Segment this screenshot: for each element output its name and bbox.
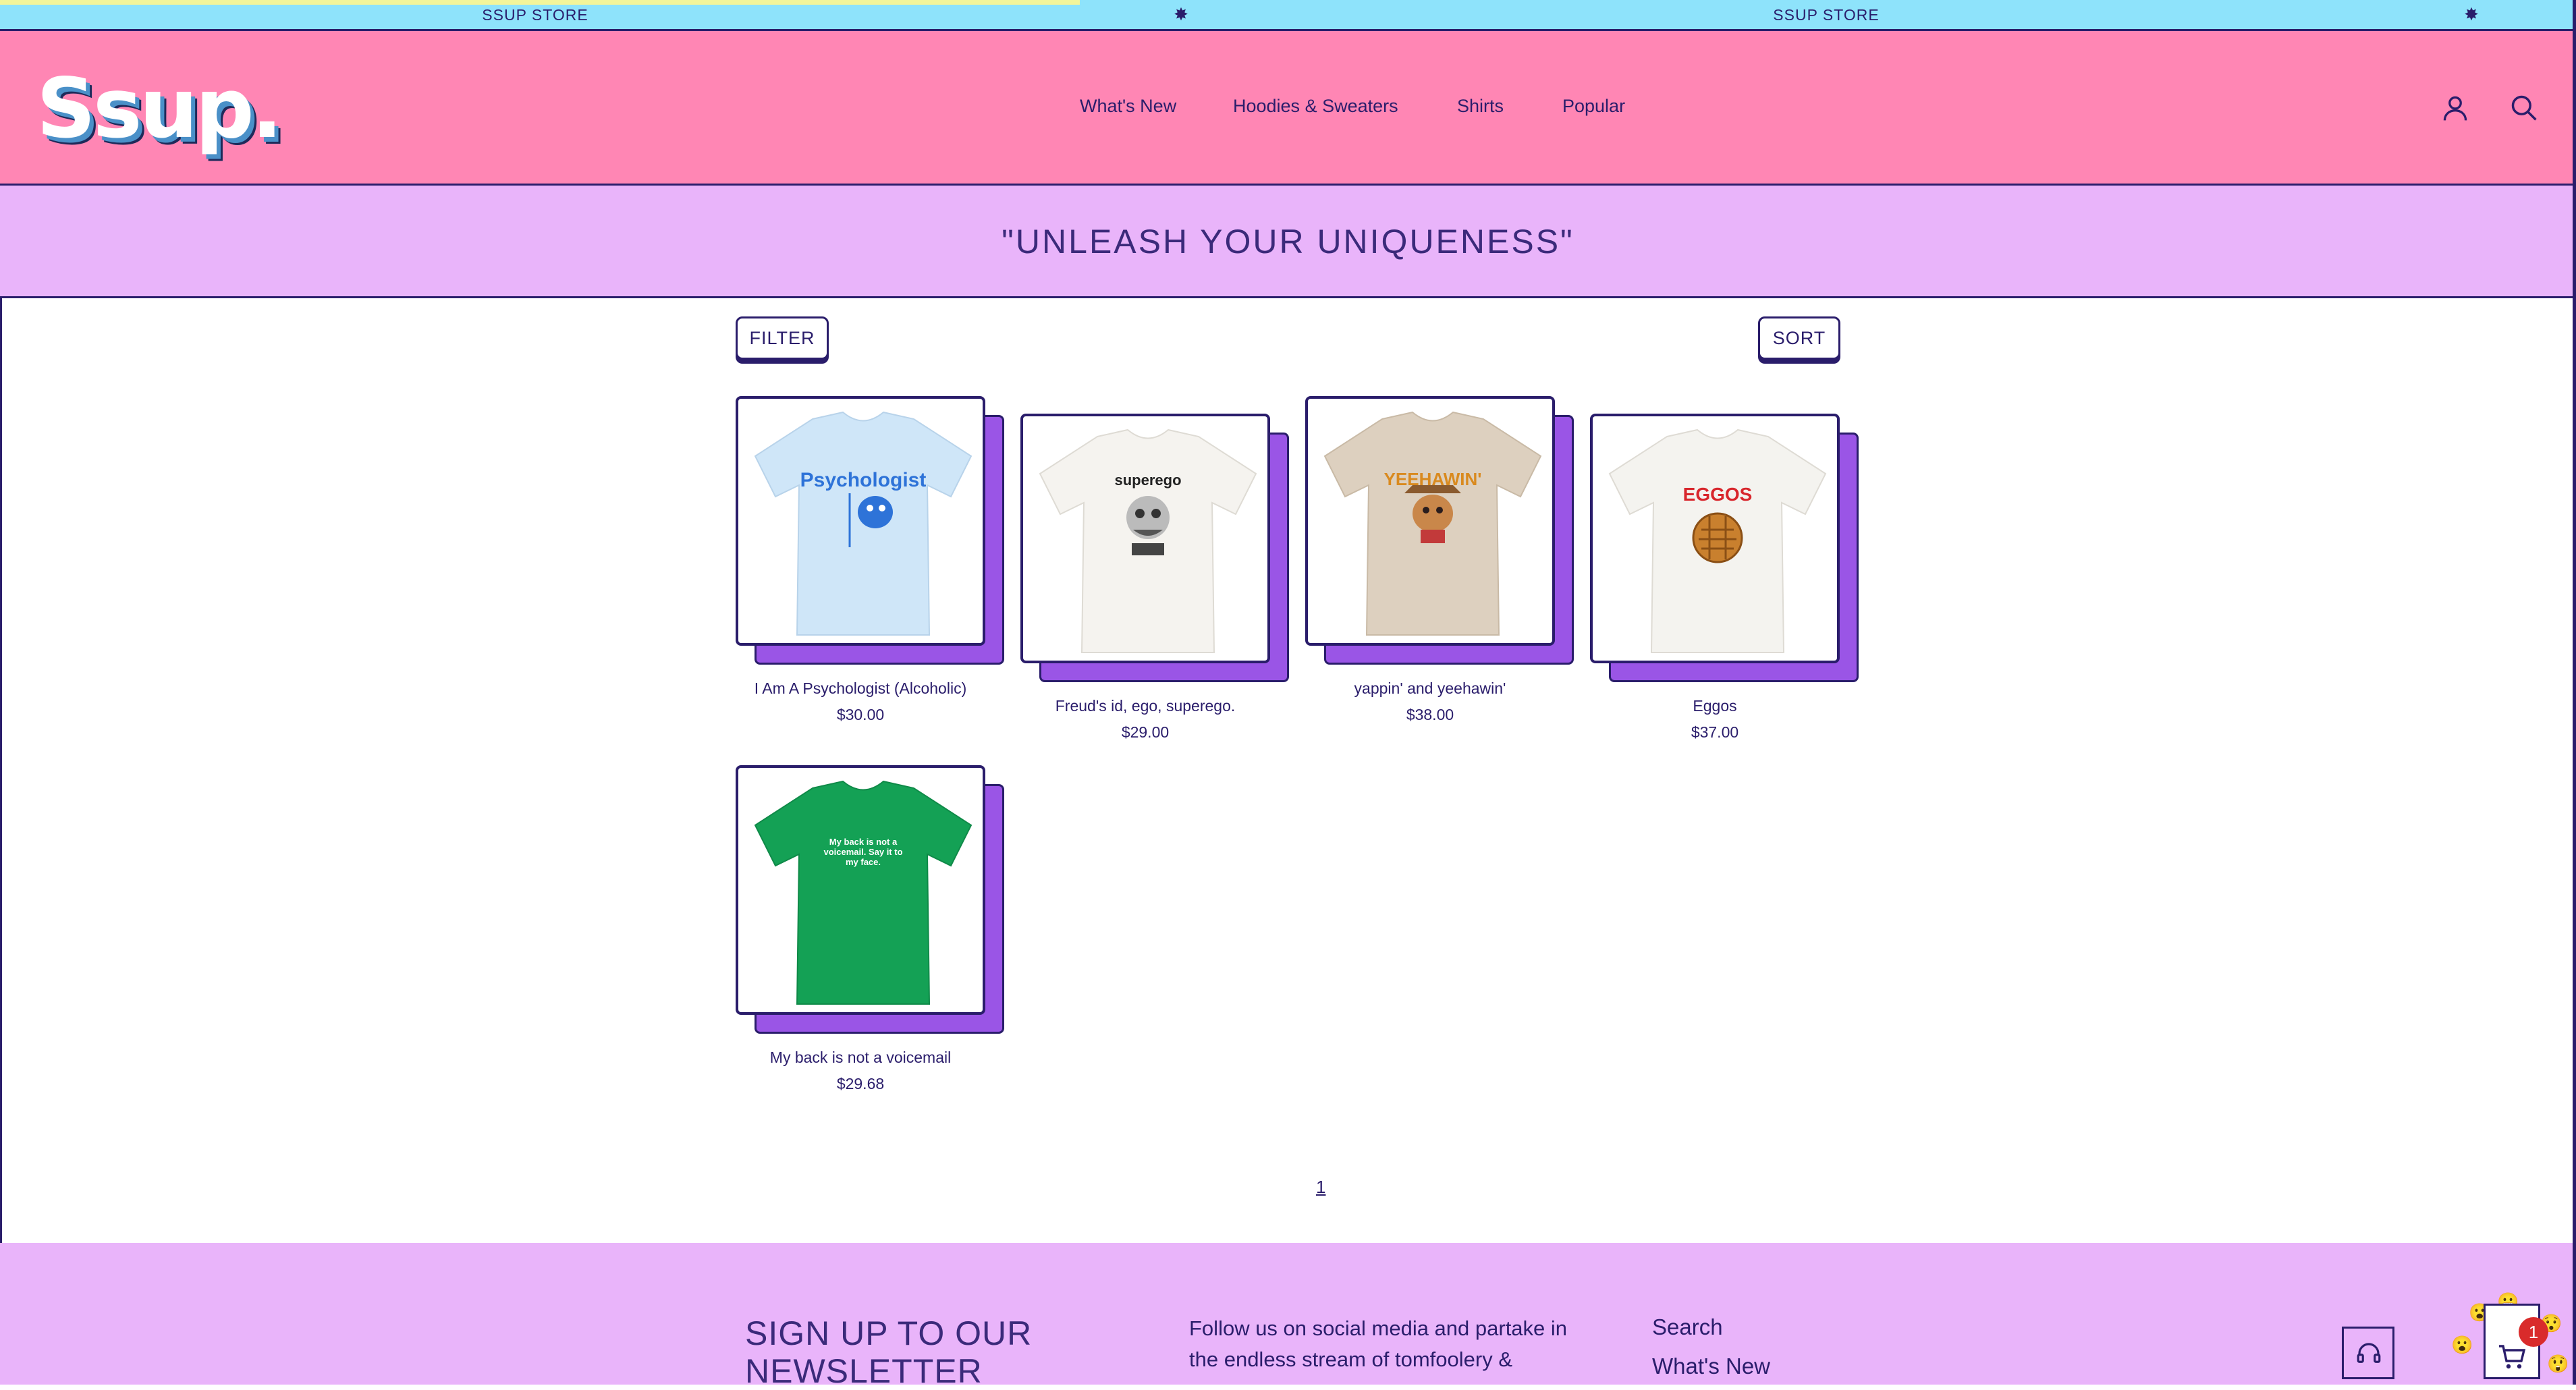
star-icon: ✸: [2464, 4, 2479, 24]
announcement-progress: [0, 0, 1080, 5]
shirt-print-text: Psychologist: [800, 469, 927, 491]
cart-icon: [2499, 1345, 2526, 1369]
product-image[interactable]: EGGOS: [1590, 414, 1840, 663]
shirt-print-text: EGGOS: [1683, 484, 1753, 505]
shirt-print-text: My back is not a voicemail. Say it to my…: [823, 837, 903, 867]
emoji-decoration: 😲: [2547, 1354, 2569, 1374]
product-price: $30.00: [836, 706, 885, 723]
tshirt-image: Psychologist: [754, 411, 972, 636]
product-title[interactable]: yappin' and yeehawin': [1305, 679, 1555, 698]
hero-tagline: "UNLEASH YOUR UNIQUENESS": [1002, 223, 1574, 260]
star-icon: ✸: [1174, 4, 1188, 24]
product-price: $29.68: [836, 1075, 885, 1092]
newsletter-title: SIGN UP TO OUR NEWSLETTER: [745, 1314, 1033, 1390]
product-price: $37.00: [1691, 723, 1739, 741]
announcement-bar: SSUP STORE ✸ SSUP STORE ✸: [0, 0, 2576, 31]
site-header: Ssup. What's New Hoodies & Sweaters Shir…: [0, 31, 2576, 186]
tshirt-image: EGGOS: [1608, 428, 1827, 653]
product-title[interactable]: My back is not a voicemail: [736, 1049, 985, 1067]
product-title[interactable]: Freud's id, ego, superego.: [1020, 697, 1270, 715]
product-image[interactable]: YEEHAWIN': [1305, 396, 1555, 646]
support-button[interactable]: [2342, 1327, 2394, 1379]
shirt-print-text: superego: [1114, 472, 1181, 489]
product-image[interactable]: Psychologist: [736, 396, 985, 646]
tshirt-image: My back is not a voicemail. Say it to my…: [754, 780, 972, 1005]
cart-count-badge: 1: [2519, 1317, 2548, 1347]
nav-popular[interactable]: Popular: [1562, 96, 1625, 117]
sort-button[interactable]: SORT: [1758, 316, 1840, 360]
filter-button[interactable]: FILTER: [736, 316, 829, 360]
emoji-decoration: 😮: [2451, 1335, 2473, 1355]
product-image[interactable]: superego: [1020, 414, 1270, 663]
announcement-text: SSUP STORE: [1773, 6, 1880, 24]
product-title[interactable]: I Am A Psychologist (Alcoholic): [736, 679, 985, 698]
footer-link-search[interactable]: Search: [1652, 1314, 1723, 1340]
footer-link-whats-new[interactable]: What's New: [1652, 1354, 1770, 1379]
product-price: $29.00: [1121, 723, 1170, 741]
window-right-edge: [2573, 0, 2576, 1385]
product-price: $38.00: [1406, 706, 1454, 723]
headset-icon: [2357, 1343, 2381, 1363]
main-nav: What's New Hoodies & Sweaters Shirts Pop…: [0, 96, 2576, 130]
nav-whats-new[interactable]: What's New: [1080, 96, 1176, 117]
nav-hoodies-sweaters[interactable]: Hoodies & Sweaters: [1233, 96, 1398, 117]
pagination-page[interactable]: 1: [1316, 1177, 1325, 1198]
site-footer: SIGN UP TO OUR NEWSLETTER Follow us on s…: [0, 1243, 2576, 1390]
search-icon[interactable]: [2509, 93, 2539, 123]
product-title[interactable]: Eggos: [1590, 697, 1840, 715]
social-text: Follow us on social media and partake in…: [1189, 1316, 1568, 1371]
hero-banner: "UNLEASH YOUR UNIQUENESS": [0, 186, 2576, 298]
tshirt-image: superego: [1039, 428, 1257, 653]
product-image[interactable]: My back is not a voicemail. Say it to my…: [736, 765, 985, 1015]
nav-shirts[interactable]: Shirts: [1457, 96, 1504, 117]
announcement-text: SSUP STORE: [482, 6, 588, 24]
account-icon[interactable]: [2440, 93, 2470, 123]
tshirt-image: YEEHAWIN': [1323, 411, 1542, 636]
